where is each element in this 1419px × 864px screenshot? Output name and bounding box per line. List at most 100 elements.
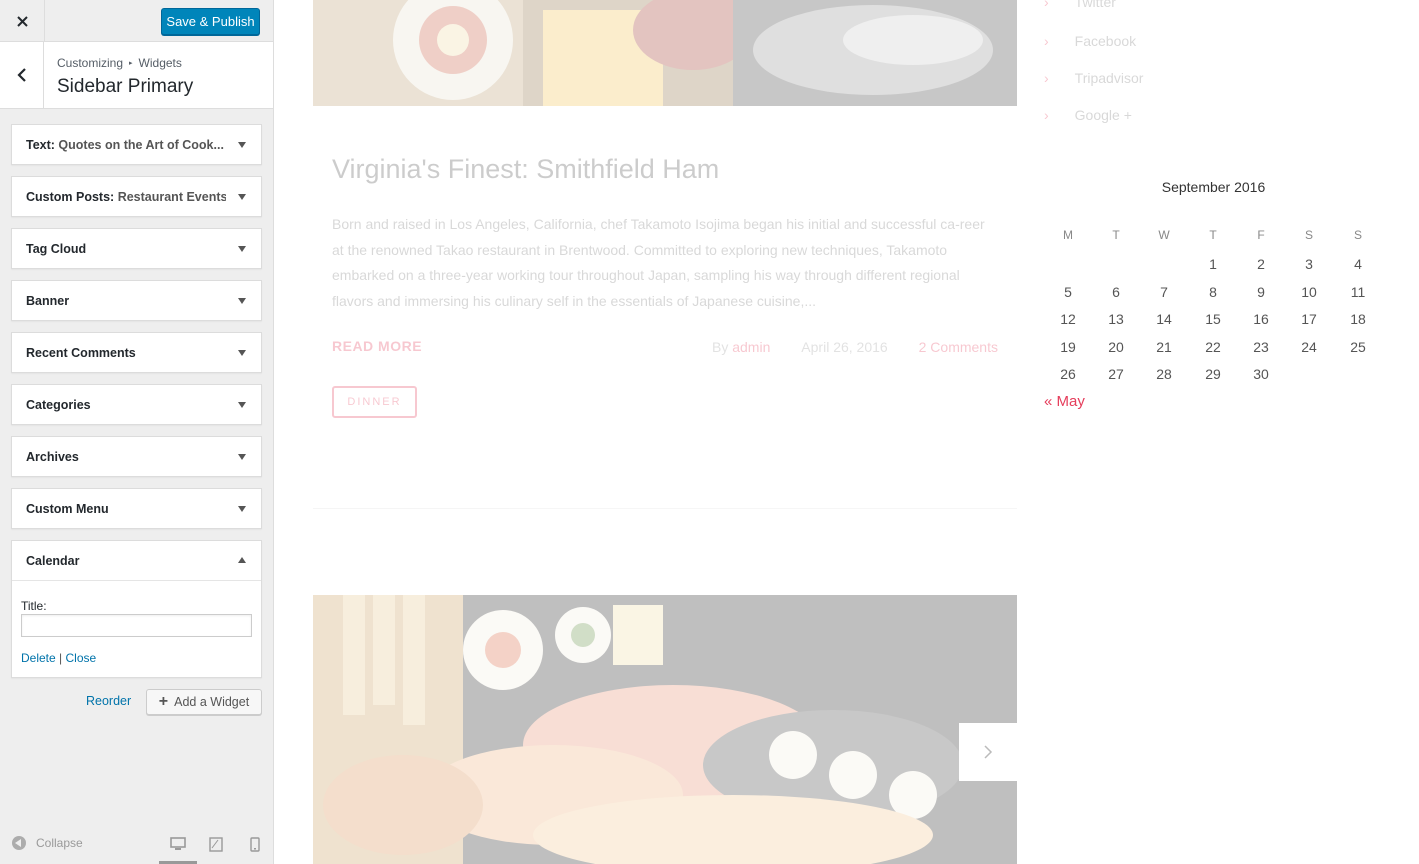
calendar-weekday: T <box>1209 228 1217 242</box>
calendar-day: 16 <box>1253 311 1269 327</box>
site-preview: Virginia's Finest: Smithfield Ham Born a… <box>274 0 1419 864</box>
caret-up-icon <box>238 557 246 563</box>
post-author: By admin <box>712 339 771 355</box>
post-divider <box>313 508 1017 509</box>
reorder-link[interactable]: Reorder <box>86 694 131 708</box>
add-widget-button[interactable]: + Add a Widget <box>146 689 262 715</box>
caret-down-icon <box>238 194 246 200</box>
calendar-day: 10 <box>1301 284 1317 300</box>
widget-title: Custom Menu <box>26 502 109 516</box>
widget-calendar-expanded: Calendar Title: Delete | Close <box>11 540 262 678</box>
add-widget-label: Add a Widget <box>174 695 250 709</box>
collapse-label: Collapse <box>36 836 83 850</box>
desktop-preview-button[interactable] <box>168 834 188 854</box>
widget-title: Recent Comments <box>26 346 136 360</box>
calendar-day: 15 <box>1205 311 1221 327</box>
read-more-link[interactable]: READ MORE <box>332 338 422 354</box>
section-title: Sidebar Primary <box>57 76 194 97</box>
calendar-weekday: S <box>1353 228 1362 242</box>
chevron-right-icon: › <box>1044 0 1049 10</box>
social-link-google-plus[interactable]: › Google + <box>1044 107 1132 123</box>
sushi-platter-image <box>313 595 1017 864</box>
tablet-preview-button[interactable] <box>206 834 226 854</box>
close-widget-link[interactable]: Close <box>66 651 97 665</box>
widget-title: Custom Posts: Restaurant Events <box>26 190 226 204</box>
widget-custom-menu[interactable]: Custom Menu <box>11 488 262 529</box>
widget-actions: Delete | Close <box>21 651 96 665</box>
post-meta: By admin April 26, 2016 2 Comments <box>712 339 998 355</box>
social-link-tripadvisor[interactable]: › Tripadvisor <box>1044 70 1143 86</box>
post-title[interactable]: Virginia's Finest: Smithfield Ham <box>332 154 719 185</box>
caret-down-icon <box>238 402 246 408</box>
calendar-day: 21 <box>1156 339 1172 355</box>
caret-down-icon <box>238 454 246 460</box>
calendar-day: 27 <box>1108 366 1124 382</box>
calendar-day: 17 <box>1301 311 1317 327</box>
widget-categories[interactable]: Categories <box>11 384 262 425</box>
calendar-day: 13 <box>1108 311 1124 327</box>
widget-banner[interactable]: Banner <box>11 280 262 321</box>
calendar-day: 23 <box>1253 339 1269 355</box>
social-link-facebook[interactable]: › Facebook <box>1044 33 1136 49</box>
save-publish-button[interactable]: Save & Publish <box>161 8 260 35</box>
calendar-day: 6 <box>1112 284 1120 300</box>
desktop-icon <box>170 837 186 850</box>
post-tag-button[interactable]: DINNER <box>332 386 417 418</box>
calendar-day: 8 <box>1209 284 1217 300</box>
calendar-caption: September 2016 <box>1161 179 1266 195</box>
caret-down-icon <box>238 298 246 304</box>
link-separator: | <box>59 651 63 665</box>
post-featured-image[interactable] <box>313 0 1017 106</box>
calendar-day: 4 <box>1354 256 1362 272</box>
collapse-button[interactable]: Collapse <box>12 836 83 850</box>
chevron-right-icon <box>984 745 993 759</box>
widget-custom-posts[interactable]: Custom Posts: Restaurant Events <box>11 176 262 217</box>
mobile-preview-button[interactable] <box>245 834 265 854</box>
calendar-day: 18 <box>1350 311 1366 327</box>
social-link-twitter[interactable]: › Twitter <box>1044 0 1116 10</box>
back-button[interactable] <box>0 42 44 108</box>
chevron-right-icon: › <box>1044 70 1049 86</box>
title-field-label: Title: <box>21 599 47 613</box>
calendar-day: 5 <box>1064 284 1072 300</box>
chevron-right-icon: › <box>1044 33 1049 49</box>
calendar-day: 22 <box>1205 339 1221 355</box>
close-customizer-button[interactable] <box>0 0 45 42</box>
widget-tag-cloud[interactable]: Tag Cloud <box>11 228 262 269</box>
widget-recent-comments[interactable]: Recent Comments <box>11 332 262 373</box>
title-field[interactable] <box>21 614 252 637</box>
post-featured-image[interactable] <box>313 595 1017 864</box>
breadcrumb-separator: ▸ <box>129 60 133 67</box>
breadcrumb-item: Customizing <box>57 56 124 70</box>
widget-archives[interactable]: Archives <box>11 436 262 477</box>
caret-down-icon <box>238 142 246 148</box>
calendar-weekday: W <box>1158 228 1170 242</box>
widget-title: Text: Quotes on the Art of Cook... <box>26 138 224 152</box>
widget-title: Banner <box>26 294 70 308</box>
caret-down-icon <box>238 506 246 512</box>
calendar-day: 3 <box>1305 256 1313 272</box>
comments-link[interactable]: 2 Comments <box>919 339 998 355</box>
calendar-day: 25 <box>1350 339 1366 355</box>
widget-title: Tag Cloud <box>26 242 87 256</box>
author-link[interactable]: admin <box>732 339 770 355</box>
calendar-day: 2 <box>1257 256 1265 272</box>
breadcrumb-item: Widgets <box>138 56 182 70</box>
collapse-arrow-icon <box>12 836 26 850</box>
calendar-day: 24 <box>1301 339 1317 355</box>
calendar-day: 11 <box>1350 284 1366 300</box>
sushi-image <box>313 0 1017 106</box>
mobile-icon <box>250 836 260 852</box>
calendar-day: 7 <box>1160 284 1168 300</box>
caret-down-icon <box>238 246 246 252</box>
widget-text[interactable]: Text: Quotes on the Art of Cook... <box>11 124 262 165</box>
calendar-weekday: M <box>1063 228 1073 242</box>
widget-calendar-header[interactable]: Calendar <box>12 541 261 581</box>
next-slide-button[interactable] <box>959 723 1017 781</box>
tablet-icon <box>209 836 223 852</box>
calendar-day: 12 <box>1060 311 1076 327</box>
calendar-day: 9 <box>1257 284 1265 300</box>
widget-title: Archives <box>26 450 79 464</box>
calendar-prev-month-link[interactable]: « May <box>1044 393 1085 410</box>
delete-widget-link[interactable]: Delete <box>21 651 56 665</box>
